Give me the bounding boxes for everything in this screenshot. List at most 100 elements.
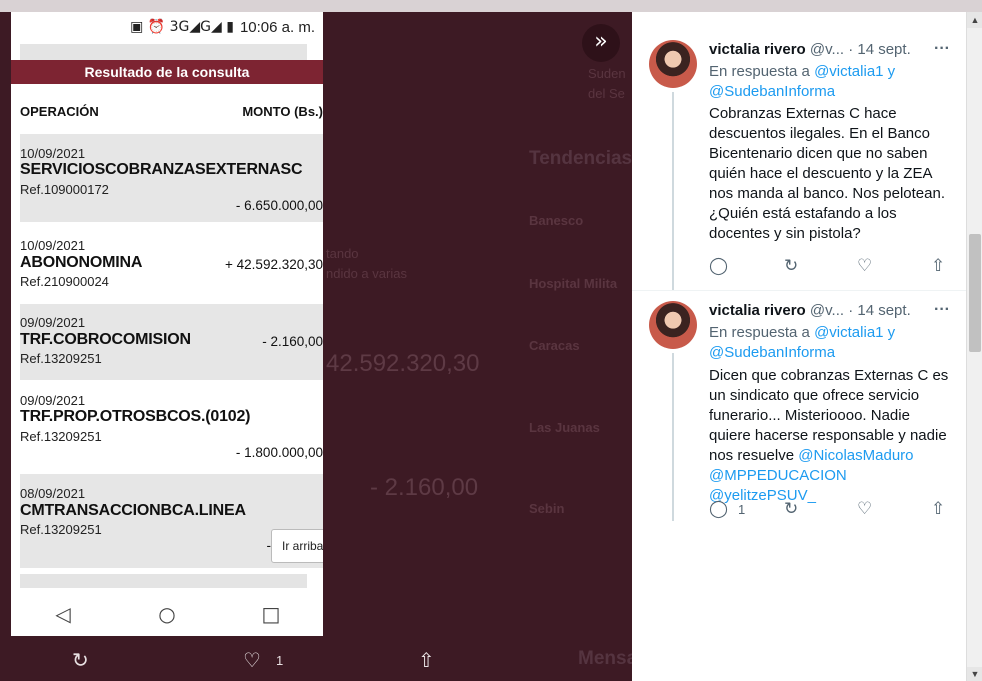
- retweet-icon[interactable]: ↻: [72, 648, 89, 672]
- result-header: Resultado de la consulta: [11, 60, 323, 84]
- tweet-text: Cobranzas Externas C hace descuentos ile…: [709, 105, 945, 242]
- bg-snippet-1: tando: [326, 246, 359, 261]
- more-options-icon[interactable]: ···: [934, 40, 950, 58]
- browser-top-strip: [0, 0, 982, 12]
- reply-prefix: En respuesta a: [709, 63, 810, 80]
- tweets-panel: victalia rivero @v... · 14 sept. ··· En …: [632, 12, 966, 681]
- reply-count: 1: [738, 502, 746, 517]
- reply-context: En respuesta a @victalia1 y @SudebanInfo…: [709, 323, 949, 363]
- transaction-name: SERVICIOSCOBRANZASEXTERNASC: [20, 161, 303, 178]
- transaction-amount: - 2.160,00: [262, 334, 323, 349]
- reply-context: En respuesta a @victalia1 y @SudebanInfo…: [709, 62, 949, 102]
- transaction-row: 09/09/2021 TRF.COBROCOMISION Ref.1320925…: [20, 304, 323, 380]
- thread-line: [672, 92, 674, 290]
- transaction-amount: - 6.650.000,00: [235, 198, 323, 213]
- status-icons: ▣ ⏰ 3G◢G◢ ▮: [130, 19, 234, 35]
- tweet-actions: ◯ 1 ↻ ♡ ⇧: [709, 499, 954, 519]
- transaction-name: TRF.PROP.OTROSBCOS.(0102): [20, 408, 251, 425]
- grey-strip: [20, 574, 307, 588]
- back-icon: ◁: [55, 602, 71, 626]
- transaction-date: 08/09/2021: [20, 486, 86, 501]
- search-snippet-1: Suden: [588, 66, 626, 81]
- recent-apps-icon: □: [261, 602, 281, 626]
- mention-link[interactable]: @victalia1: [814, 63, 883, 80]
- bg-amount-1: 42.592.320,30: [326, 350, 480, 377]
- transaction-date: 10/09/2021: [20, 238, 86, 253]
- transaction-row: 10/09/2021 SERVICIOSCOBRANZASEXTERNASC R…: [20, 134, 323, 222]
- trend-item: Banesco: [529, 213, 584, 228]
- like-icon[interactable]: ♡: [243, 648, 261, 672]
- android-nav-bar: ◁ ○ □: [11, 592, 323, 636]
- mention-link[interactable]: @victalia1: [814, 324, 883, 341]
- tweet-date[interactable]: · 14 sept.: [848, 302, 911, 319]
- scroll-up-icon[interactable]: ▲: [967, 12, 982, 28]
- reply-prefix: En respuesta a: [709, 324, 810, 341]
- scroll-to-top-button: Ir arriba: [271, 529, 323, 563]
- transaction-amount: + 42.592.320,30: [225, 257, 323, 272]
- tweet-date[interactable]: · 14 sept.: [848, 41, 911, 58]
- trend-item: Caracas: [529, 338, 580, 353]
- bg-snippet-2: ndido a varias: [326, 266, 407, 281]
- scroll-down-icon[interactable]: ▼: [967, 667, 982, 681]
- trend-item: Las Juanas: [529, 420, 600, 435]
- tweet-author-name[interactable]: victalia rivero: [709, 302, 806, 319]
- tweet-text: Dicen que cobranzas Externas C es un sin…: [709, 366, 953, 506]
- amount-column-header: MONTO (Bs.): [242, 104, 323, 119]
- like-icon[interactable]: ♡: [857, 256, 872, 276]
- phone-status-bar: ▣ ⏰ 3G◢G◢ ▮ 10:06 a. m.: [11, 12, 323, 42]
- scrollbar[interactable]: ▲ ▼: [966, 12, 982, 681]
- trend-item: Sebin: [529, 501, 565, 516]
- media-action-bar: ↻ ♡ 1 ⇧: [0, 640, 632, 681]
- tweet[interactable]: victalia rivero @v... · 14 sept. ··· En …: [632, 291, 966, 551]
- reply-icon[interactable]: ◯: [709, 256, 728, 276]
- scroll-thumb[interactable]: [969, 234, 981, 352]
- like-icon[interactable]: ♡: [857, 499, 872, 519]
- transaction-ref: Ref.210900024: [20, 274, 109, 289]
- search-snippet-2: del Se: [588, 86, 625, 101]
- home-icon: ○: [158, 602, 176, 626]
- transaction-name: CMTRANSACCIONBCA.LINEA: [20, 502, 246, 519]
- transaction-row: 09/09/2021 TRF.PROP.OTROSBCOS.(0102) Ref…: [20, 382, 323, 472]
- reply-icon[interactable]: ◯: [709, 499, 728, 519]
- tweet-header: victalia rivero @v... · 14 sept.: [709, 302, 911, 319]
- retweet-icon[interactable]: ↻: [784, 256, 798, 276]
- mention-link[interactable]: @NicolasMaduro: [798, 447, 913, 464]
- retweet-icon[interactable]: ↻: [784, 499, 798, 519]
- phone-screenshot: ▣ ⏰ 3G◢G◢ ▮ 10:06 a. m. Resultado de la …: [11, 12, 323, 636]
- transaction-row: 10/09/2021 ABONONOMINA Ref.210900024 + 4…: [20, 226, 323, 302]
- share-icon[interactable]: ⇧: [418, 648, 435, 672]
- mention-link[interactable]: @SudebanInforma: [709, 344, 835, 361]
- transaction-name: TRF.COBROCOMISION: [20, 331, 191, 348]
- mention-link[interactable]: @SudebanInforma: [709, 83, 835, 100]
- status-time: 10:06 a. m.: [239, 18, 315, 36]
- expand-icon[interactable]: »: [582, 24, 620, 62]
- transaction-ref: Ref.109000172: [20, 182, 109, 197]
- tweet-header: victalia rivero @v... · 14 sept.: [709, 41, 911, 58]
- tweet-handle[interactable]: @v...: [810, 302, 844, 319]
- transaction-name: ABONONOMINA: [20, 254, 143, 271]
- trend-item: Hospital Milita: [529, 276, 618, 291]
- tweet[interactable]: victalia rivero @v... · 14 sept. ··· En …: [632, 12, 966, 290]
- share-icon[interactable]: ⇧: [931, 499, 945, 519]
- tweet-handle[interactable]: @v...: [810, 41, 844, 58]
- share-icon[interactable]: ⇧: [931, 256, 945, 276]
- transaction-date: 10/09/2021: [20, 146, 86, 161]
- mention-link[interactable]: @MPPEDUCACION: [709, 467, 847, 484]
- transaction-ref: Ref.13209251: [20, 522, 102, 537]
- thread-line: [672, 353, 674, 521]
- tweet-actions: ◯ ↻ ♡ ⇧: [709, 256, 954, 276]
- like-count: 1: [276, 653, 284, 668]
- transaction-date: 09/09/2021: [20, 393, 86, 408]
- reply-joiner: y: [887, 63, 896, 80]
- transaction-ref: Ref.13209251: [20, 429, 102, 444]
- bg-amount-2: - 2.160,00: [370, 474, 479, 501]
- transaction-amount: - 1.800.000,00: [235, 445, 323, 460]
- more-options-icon[interactable]: ···: [934, 301, 950, 319]
- tweet-author-name[interactable]: victalia rivero: [709, 41, 806, 58]
- transaction-date: 09/09/2021: [20, 315, 86, 330]
- operation-column-header: OPERACIÓN: [20, 104, 99, 119]
- trends-title: Tendencias: [529, 148, 633, 169]
- reply-joiner: y: [887, 324, 896, 341]
- avatar[interactable]: [649, 40, 697, 88]
- avatar[interactable]: [649, 301, 697, 349]
